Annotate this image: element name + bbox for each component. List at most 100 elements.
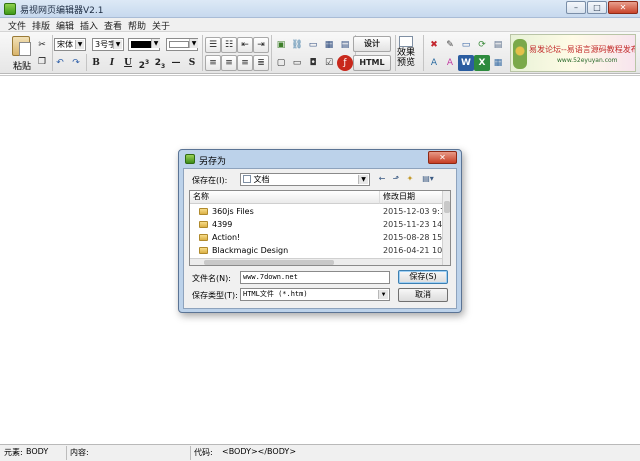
subscript-sub: 3 xyxy=(161,62,166,70)
excel-icon[interactable]: X xyxy=(474,55,490,71)
align-center-icon[interactable]: ≡ xyxy=(221,55,237,71)
status-content-label: 内容: xyxy=(70,448,89,457)
filetype-select[interactable]: HTML文件 (*.htm) ▼ xyxy=(240,288,390,301)
scrollbar-thumb[interactable] xyxy=(204,260,334,265)
textarea-icon[interactable]: ▭ xyxy=(289,55,305,71)
title-bar: 易视网页编辑器V2.1 – □ ✕ xyxy=(0,0,640,18)
filename-input[interactable]: www.7down.net xyxy=(240,271,390,284)
copy-button[interactable]: ❐ xyxy=(34,54,50,70)
back-icon[interactable]: ← xyxy=(377,174,387,184)
bold-button[interactable]: B xyxy=(88,55,104,71)
fore-color-picker[interactable]: ▼ xyxy=(128,38,160,51)
file-name: Blackmagic Design xyxy=(212,246,289,255)
image-icon[interactable]: ▣ xyxy=(273,37,289,53)
subscript-button[interactable]: 23 xyxy=(152,55,168,71)
horizontal-rule-button[interactable]: — xyxy=(168,55,184,71)
textbox-icon[interactable]: ▢ xyxy=(273,55,289,71)
menu-about[interactable]: 关于 xyxy=(152,19,170,32)
folder-icon xyxy=(199,208,208,215)
menu-insert[interactable]: 插入 xyxy=(80,19,98,32)
undo-button[interactable]: ↶ xyxy=(52,55,68,71)
ad-banner[interactable]: 易发论坛--易语言源码教程发布社区 www.52eyuyan.com xyxy=(510,34,636,72)
menu-edit[interactable]: 编辑 xyxy=(56,19,74,32)
cancel-button[interactable]: 取消 xyxy=(398,288,448,302)
menu-file[interactable]: 文件 xyxy=(8,19,26,32)
list-item[interactable]: 4399 2015-11-23 14:0 xyxy=(190,218,450,231)
column-header-date[interactable]: 修改日期 xyxy=(380,191,442,204)
table-icon[interactable]: ▦ xyxy=(321,37,337,53)
status-element-value: BODY xyxy=(26,447,49,456)
pen-icon[interactable]: ✎ xyxy=(442,37,458,53)
redo-button[interactable]: ↷ xyxy=(68,55,84,71)
word-icon[interactable]: W xyxy=(458,55,474,71)
strike-button[interactable]: S xyxy=(184,55,200,71)
close-button[interactable]: ✕ xyxy=(608,1,638,14)
save-as-dialog: 另存为 ✕ 保存在(I): 文档 ▼ ← ⬏ ✦ ▤▾ 名称 修改日期 360j… xyxy=(178,149,462,313)
ordered-list-icon[interactable]: ☰ xyxy=(205,37,221,53)
view-menu-icon[interactable]: ▤▾ xyxy=(419,174,437,184)
outdent-icon[interactable]: ⇤ xyxy=(237,37,253,53)
form-icon[interactable]: ▤ xyxy=(337,37,353,53)
flash-icon[interactable]: ƒ xyxy=(337,55,353,71)
dialog-title-bar: 另存为 ✕ xyxy=(179,150,461,168)
up-folder-icon[interactable]: ⬏ xyxy=(391,174,401,184)
toolbar: 粘贴 ✂ ❐ 宋体 ▼ 3号字 ▼ ▼ ▼ ↶ ↷ B I U 23 23 — … xyxy=(0,32,640,74)
layout-icon[interactable]: ▤ xyxy=(490,37,506,53)
superscript-exp: 3 xyxy=(145,59,150,66)
font-color-icon[interactable]: A xyxy=(442,55,458,71)
window-icon[interactable]: ▭ xyxy=(458,37,474,53)
save-button[interactable]: 保存(S) xyxy=(398,270,448,284)
file-name: Action! xyxy=(212,233,241,242)
scrollbar-thumb[interactable] xyxy=(444,201,450,213)
back-color-swatch xyxy=(169,41,189,48)
list-item[interactable]: Action! 2015-08-28 15:3 xyxy=(190,231,450,244)
grid-icon[interactable]: ▦ xyxy=(490,55,506,71)
button-control-icon[interactable]: ◘ xyxy=(305,55,321,71)
save-in-select[interactable]: 文档 ▼ xyxy=(240,173,370,186)
list-item[interactable]: Blackmagic Design 2016-04-21 10: xyxy=(190,244,445,257)
unordered-list-icon[interactable]: ☷ xyxy=(221,37,237,53)
design-view-button[interactable]: 设计 xyxy=(353,36,391,52)
underline-button[interactable]: U xyxy=(120,55,136,71)
save-in-value: 文档 xyxy=(253,175,270,184)
minimize-button[interactable]: – xyxy=(566,1,586,14)
dialog-close-button[interactable]: ✕ xyxy=(428,151,457,164)
list-item[interactable]: 360js Files 2015-12-03 9:16 xyxy=(190,205,450,218)
italic-button[interactable]: I xyxy=(104,55,120,71)
delete-icon[interactable]: ✖ xyxy=(426,37,442,53)
preview-label-1: 效果 xyxy=(396,48,415,58)
file-list[interactable]: 名称 修改日期 360js Files 2015-12-03 9:16 4399… xyxy=(189,190,451,266)
document-folder-icon xyxy=(243,175,251,183)
column-header-name[interactable]: 名称 xyxy=(190,191,380,204)
status-element-label: 元素: xyxy=(4,448,23,457)
align-right-icon[interactable]: ≡ xyxy=(237,55,253,71)
menu-help[interactable]: 帮助 xyxy=(128,19,146,32)
preview-button[interactable]: 效果 预览 xyxy=(394,36,418,70)
horizontal-scrollbar[interactable] xyxy=(190,258,442,265)
superscript-button[interactable]: 23 xyxy=(136,55,152,71)
align-left-icon[interactable]: ≡ xyxy=(205,55,221,71)
menu-view[interactable]: 查看 xyxy=(104,19,122,32)
file-name: 4399 xyxy=(212,220,233,229)
chevron-down-icon: ▼ xyxy=(189,39,198,48)
cut-button[interactable]: ✂ xyxy=(34,37,50,53)
align-justify-icon[interactable]: ≣ xyxy=(253,55,269,71)
refresh-icon[interactable]: ⟳ xyxy=(474,37,490,53)
checkbox-icon[interactable]: ☑ xyxy=(321,55,337,71)
link-icon[interactable]: ⛓ xyxy=(289,37,305,53)
back-color-picker[interactable]: ▼ xyxy=(166,38,198,51)
font-size-select[interactable]: 3号字 ▼ xyxy=(92,38,124,51)
maximize-button[interactable]: □ xyxy=(587,1,607,14)
html-view-button[interactable]: HTML xyxy=(353,55,391,71)
window-title: 易视网页编辑器V2.1 xyxy=(20,6,104,16)
vertical-scrollbar[interactable] xyxy=(442,191,450,265)
new-folder-icon[interactable]: ✦ xyxy=(405,174,415,184)
indent-icon[interactable]: ⇥ xyxy=(253,37,269,53)
font-name-select[interactable]: 宋体 ▼ xyxy=(54,38,86,51)
text-icon[interactable]: A xyxy=(426,55,442,71)
paste-label: 粘贴 xyxy=(13,62,32,72)
paste-icon xyxy=(12,36,31,56)
menu-layout[interactable]: 排版 xyxy=(32,19,50,32)
toolbar-separator xyxy=(86,54,87,71)
frame-icon[interactable]: ▭ xyxy=(305,37,321,53)
